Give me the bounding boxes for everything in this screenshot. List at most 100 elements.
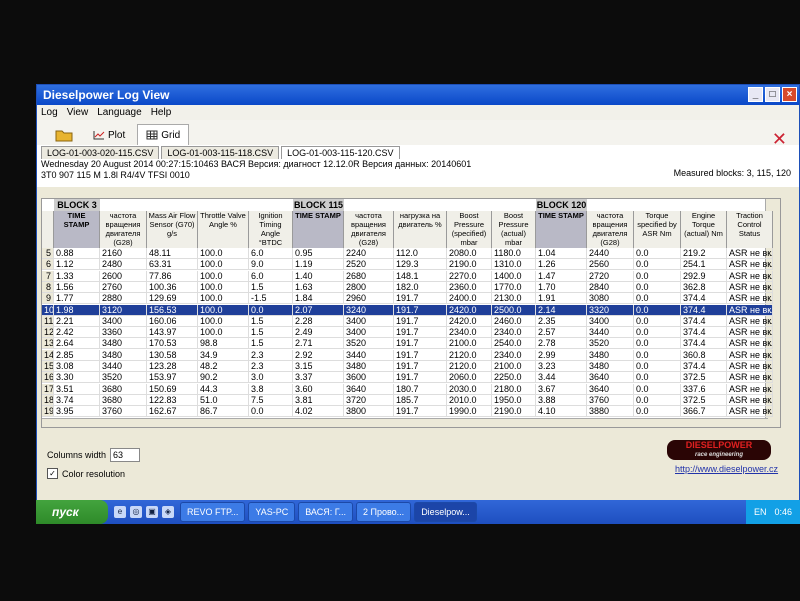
table-cell[interactable]: 2030.0 (447, 383, 492, 395)
table-cell[interactable]: 191.7 (394, 315, 447, 327)
table-cell[interactable]: 2440 (587, 248, 634, 259)
table-cell[interactable]: 86.7 (198, 406, 249, 418)
table-cell[interactable]: 51.0 (198, 394, 249, 406)
table-cell[interactable]: 2360.0 (447, 281, 492, 293)
menu-view[interactable]: View (67, 107, 89, 118)
table-cell[interactable]: 48.2 (198, 361, 249, 372)
table-cell[interactable]: 2540.0 (492, 338, 536, 350)
table-cell[interactable]: 2.3 (249, 361, 293, 372)
table-cell[interactable]: 3.60 (293, 383, 344, 395)
table-cell[interactable]: 90.2 (198, 372, 249, 384)
column-header[interactable]: Mass Air Flow Sensor (G70) g/s (147, 211, 198, 248)
table-cell[interactable]: 360.8 (681, 349, 727, 361)
table-cell[interactable]: 0.0 (249, 304, 293, 316)
table-cell[interactable]: 1950.0 (492, 394, 536, 406)
table-cell[interactable]: 2120.0 (447, 349, 492, 361)
table-cell[interactable]: 3.23 (536, 361, 587, 372)
table-row[interactable]: 10 1.98 3120 156.53 100.0 0.0 2.07 3240 191.7 242… (42, 304, 780, 316)
table-cell[interactable]: 150.69 (147, 383, 198, 395)
table-cell[interactable]: 1.5 (249, 338, 293, 350)
table-cell[interactable]: 77.86 (147, 270, 198, 282)
table-cell[interactable]: 0.0 (634, 349, 681, 361)
table-cell[interactable]: 130.58 (147, 349, 198, 361)
table-cell[interactable]: 374.4 (681, 338, 727, 350)
column-header[interactable]: частота вращения двигателя (G28) (100, 211, 147, 248)
table-cell[interactable]: 143.97 (147, 327, 198, 339)
table-cell[interactable]: 1.47 (536, 270, 587, 282)
table-cell[interactable]: 0.0 (634, 383, 681, 395)
table-cell[interactable]: 1.5 (249, 281, 293, 293)
table-cell[interactable]: ASR не вкл (727, 327, 773, 339)
table-cell[interactable]: 100.0 (198, 270, 249, 282)
table-cell[interactable]: 1.12 (54, 259, 100, 271)
table-cell[interactable]: 374.4 (681, 327, 727, 339)
table-cell[interactable]: 100.0 (198, 304, 249, 316)
table-cell[interactable]: 2160 (100, 248, 147, 259)
task-revo-ftp[interactable]: REVO FTP... (180, 502, 246, 522)
table-cell[interactable]: 2680 (344, 270, 394, 282)
columns-width-stepper[interactable]: 63 (110, 448, 141, 462)
table-cell[interactable]: 1.26 (536, 259, 587, 271)
table-cell[interactable]: 63.31 (147, 259, 198, 271)
close-button[interactable]: × (782, 87, 797, 102)
table-cell[interactable]: 2.71 (293, 338, 344, 350)
table-cell[interactable]: 112.0 (394, 248, 447, 259)
table-cell[interactable]: 2180.0 (492, 383, 536, 395)
table-cell[interactable]: 3400 (100, 315, 147, 327)
table-cell[interactable]: 3600 (344, 372, 394, 384)
table-cell[interactable]: 3.8 (249, 383, 293, 395)
table-row[interactable]: 8 1.56 2760 100.36 100.0 1.5 1.63 2800 182.0 2360… (42, 281, 780, 293)
quicklaunch-icon-3[interactable]: ▣ (146, 506, 158, 518)
table-cell[interactable]: 9.0 (249, 259, 293, 271)
table-cell[interactable]: 3.51 (54, 383, 100, 395)
table-cell[interactable]: 3640 (587, 383, 634, 395)
column-header[interactable]: Boost Pressure (actual) mbar (492, 211, 536, 248)
table-cell[interactable]: 3360 (100, 327, 147, 339)
table-cell[interactable]: 1770.0 (492, 281, 536, 293)
table-cell[interactable]: 2.85 (54, 349, 100, 361)
table-cell[interactable]: 100.36 (147, 281, 198, 293)
table-cell[interactable]: 2880 (100, 293, 147, 305)
table-cell[interactable]: 2400.0 (447, 293, 492, 305)
column-header[interactable]: Boost Pressure (specified) mbar (447, 211, 492, 248)
table-cell[interactable]: 3720 (344, 394, 394, 406)
table-cell[interactable]: 3.95 (54, 406, 100, 418)
table-cell[interactable]: 3.08 (54, 361, 100, 372)
table-cell[interactable]: 3.81 (293, 394, 344, 406)
table-cell[interactable]: 374.4 (681, 304, 727, 316)
data-grid[interactable]: BLOCK 3 BLOCK 115 BLOCK 120 TIME STAMP часто… (41, 198, 781, 428)
table-cell[interactable]: 44.3 (198, 383, 249, 395)
table-cell[interactable]: 1.98 (54, 304, 100, 316)
table-cell[interactable]: 1.56 (54, 281, 100, 293)
table-cell[interactable]: 1.19 (293, 259, 344, 271)
menu-help[interactable]: Help (151, 107, 172, 118)
tab-plot[interactable]: Plot (85, 125, 133, 145)
table-cell[interactable]: 3440 (587, 327, 634, 339)
table-cell[interactable]: 3520 (344, 338, 394, 350)
table-cell[interactable]: 1.70 (536, 281, 587, 293)
table-cell[interactable]: 3.15 (293, 361, 344, 372)
column-header[interactable]: TIME STAMP (536, 211, 587, 248)
table-cell[interactable]: 3400 (344, 327, 394, 339)
table-cell[interactable]: 6.0 (249, 270, 293, 282)
table-cell[interactable]: 1.63 (293, 281, 344, 293)
table-cell[interactable]: 0.0 (634, 338, 681, 350)
table-cell[interactable]: 191.7 (394, 372, 447, 384)
table-cell[interactable]: 3.74 (54, 394, 100, 406)
table-cell[interactable]: ASR не вкл (727, 270, 773, 282)
table-cell[interactable]: 3240 (344, 304, 394, 316)
table-row[interactable]: 6 1.12 2480 63.31 100.0 9.0 1.19 2520 129.3 2190.… (42, 259, 780, 271)
minimize-button[interactable]: _ (748, 87, 763, 102)
table-cell[interactable]: ASR не вкл (727, 383, 773, 395)
table-cell[interactable]: 2100.0 (492, 361, 536, 372)
table-cell[interactable]: 1.33 (54, 270, 100, 282)
column-header[interactable]: нагрузка на двигатель % (394, 211, 447, 248)
table-cell[interactable]: 3.30 (54, 372, 100, 384)
column-header[interactable]: Throttle Valve Angle % (198, 211, 249, 248)
table-cell[interactable]: ASR не вкл (727, 293, 773, 305)
table-cell[interactable]: 337.6 (681, 383, 727, 395)
table-cell[interactable]: ASR не вкл (727, 281, 773, 293)
table-cell[interactable]: 182.0 (394, 281, 447, 293)
table-cell[interactable]: 185.7 (394, 394, 447, 406)
table-cell[interactable]: 1.5 (249, 327, 293, 339)
